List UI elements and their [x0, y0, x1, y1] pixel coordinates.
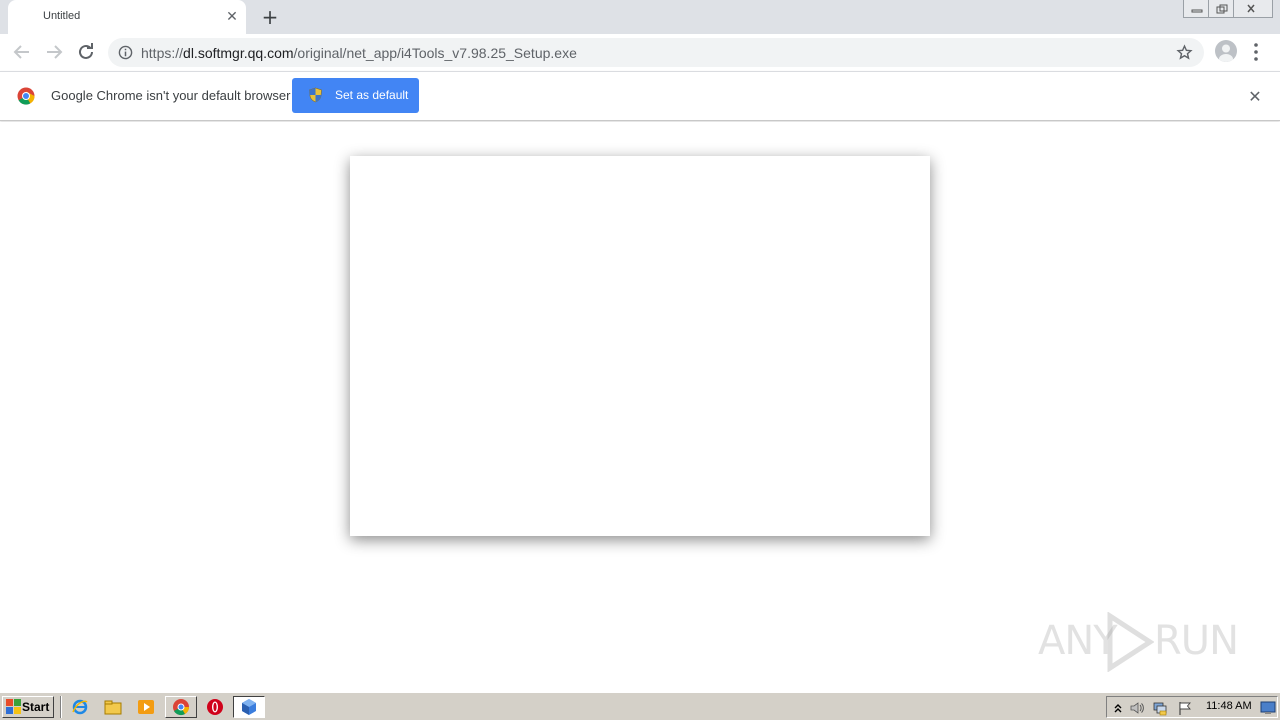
uac-shield-icon	[308, 87, 323, 106]
restore-icon[interactable]	[1208, 0, 1234, 18]
play-triangle-icon	[1107, 612, 1154, 672]
set-as-default-label: Set as default	[335, 88, 409, 102]
explorer-icon[interactable]	[104, 698, 122, 716]
network-icon[interactable]	[1152, 700, 1168, 716]
taskbar-clock: 11:48 AM	[1206, 700, 1252, 712]
system-tray: 11:48 AM	[1106, 696, 1278, 718]
installer-icon	[240, 698, 258, 720]
back-icon[interactable]	[10, 40, 34, 64]
taskbar-separator	[60, 696, 62, 718]
watermark-right-text: RUN	[1154, 618, 1239, 664]
url-path: /original/net_app/i4Tools_v7.98.25_Setup…	[293, 45, 577, 61]
default-browser-infobar: Google Chrome isn't your default browser…	[0, 71, 1280, 121]
tab-strip: Untitled ✕ +	[0, 0, 1280, 34]
minimize-icon[interactable]	[1183, 0, 1209, 18]
blank-page-card	[350, 156, 930, 536]
media-player-icon[interactable]	[137, 698, 155, 716]
new-tab-button[interactable]: +	[258, 6, 282, 28]
chrome-logo-icon	[17, 87, 35, 109]
address-bar[interactable]: https://dl.softmgr.qq.com/original/net_a…	[108, 38, 1204, 67]
profile-avatar-icon[interactable]	[1215, 40, 1237, 62]
browser-toolbar: https://dl.softmgr.qq.com/original/net_a…	[0, 34, 1280, 71]
taskbar-opera-button[interactable]	[199, 696, 231, 718]
url-text[interactable]: https://dl.softmgr.qq.com/original/net_a…	[141, 45, 577, 61]
chrome-icon	[172, 698, 190, 720]
taskbar-chrome-button[interactable]	[165, 696, 197, 718]
menu-dots-icon[interactable]	[1252, 42, 1260, 62]
windows-flag-icon	[6, 699, 21, 717]
opera-icon	[206, 698, 224, 720]
set-as-default-button[interactable]: Set as default	[292, 78, 419, 113]
forward-icon[interactable]	[42, 40, 66, 64]
volume-icon[interactable]	[1129, 700, 1145, 716]
infobar-message: Google Chrome isn't your default browser	[51, 88, 291, 103]
watermark-left-text: ANY	[1038, 618, 1118, 664]
start-label: Start	[22, 700, 50, 714]
start-button[interactable]: Start	[2, 696, 54, 718]
tray-expand-icon[interactable]	[1110, 700, 1126, 716]
infobar-close-icon[interactable]: ✕	[1246, 88, 1264, 106]
windows-taskbar: Start 11:48 AM	[0, 692, 1280, 720]
site-info-icon[interactable]	[118, 45, 133, 64]
taskbar-installer-button[interactable]	[233, 696, 265, 718]
tab-close-icon[interactable]: ✕	[224, 9, 240, 25]
page-content: ANY RUN	[0, 122, 1280, 692]
bookmark-star-icon[interactable]	[1176, 44, 1193, 65]
tab-untitled[interactable]: Untitled ✕	[8, 0, 246, 34]
tab-title: Untitled	[43, 10, 81, 22]
show-desktop-icon[interactable]	[1260, 700, 1276, 716]
ie-icon[interactable]	[71, 698, 89, 716]
action-center-flag-icon[interactable]	[1177, 700, 1193, 716]
url-host: dl.softmgr.qq.com	[183, 45, 294, 61]
url-scheme: https://	[141, 45, 184, 61]
anyrun-watermark: ANY RUN	[1038, 612, 1239, 672]
close-icon[interactable]	[1233, 0, 1273, 18]
reload-icon[interactable]	[74, 40, 98, 64]
